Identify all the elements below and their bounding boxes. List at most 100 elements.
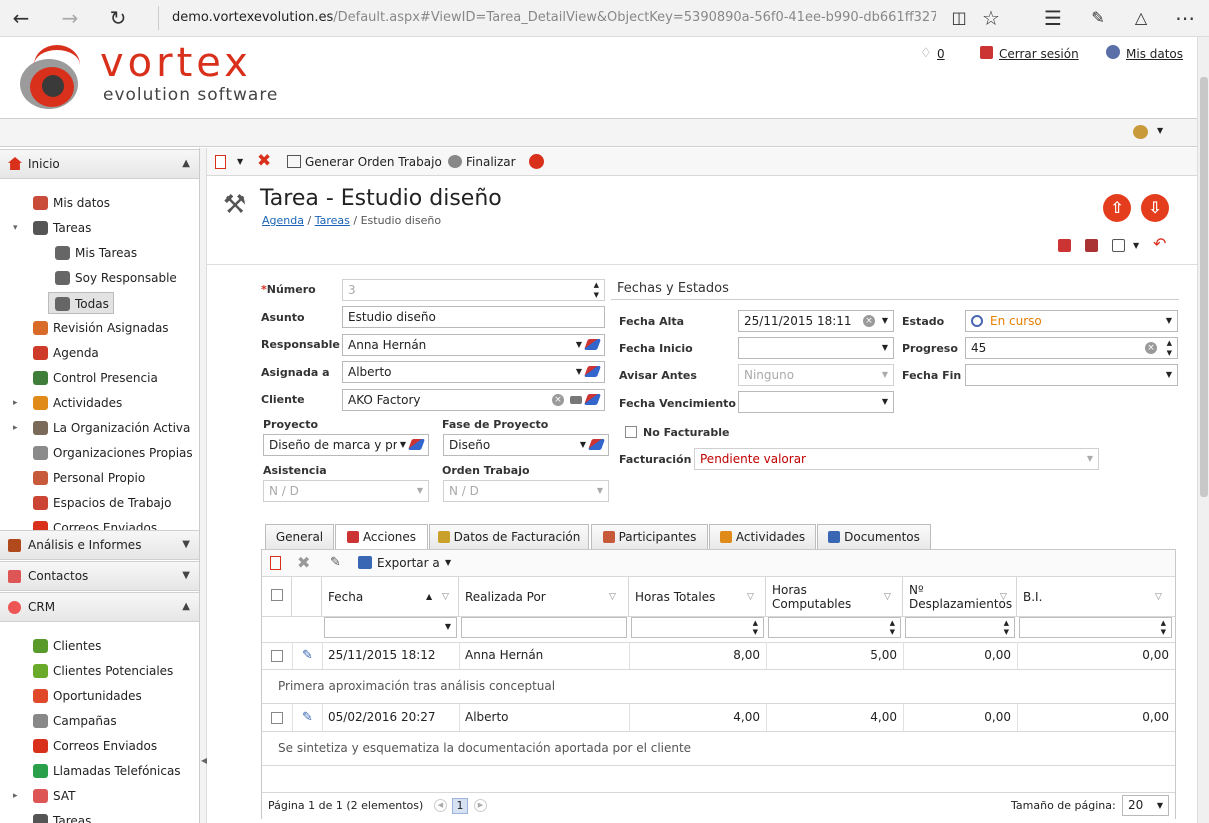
new-dropdown-icon[interactable]: ▼	[237, 157, 243, 166]
nav-group-crm[interactable]: CRM ▲	[0, 592, 199, 622]
crm-sidebar-item[interactable]: Llamadas Telefónicas	[33, 760, 181, 782]
scrollbar-thumb[interactable]	[1200, 77, 1208, 497]
sidebar-splitter[interactable]: ◀	[200, 148, 207, 823]
sidebar-item[interactable]: Todas	[48, 292, 114, 314]
cliente-select[interactable]: AKO Factory ×	[342, 389, 605, 411]
select-all-checkbox[interactable]	[271, 589, 283, 601]
asunto-input[interactable]: Estudio diseño	[342, 306, 605, 328]
tab-acciones[interactable]: Acciones	[335, 524, 428, 550]
fecha-column-header[interactable]: Fecha ▲ ▽	[322, 577, 459, 616]
crm-sidebar-item[interactable]: SAT	[33, 785, 75, 807]
export-dropdown-icon[interactable]: ▼	[445, 558, 451, 567]
crm-sidebar-item[interactable]: Tareas	[33, 810, 91, 823]
tab-participantes[interactable]: Participantes	[591, 524, 708, 549]
sidebar-item[interactable]: Soy Responsable	[55, 267, 177, 289]
crm-sidebar-item[interactable]: Clientes Potenciales	[33, 660, 173, 682]
next-record-icon[interactable]: ⇩	[1141, 194, 1169, 222]
row-checkbox[interactable]	[271, 712, 283, 724]
fase-select[interactable]: Diseño ▼	[443, 434, 609, 456]
table-row[interactable]: ✎ 25/11/2015 18:12 Anna Hernán 8,00 5,00 0,00…	[262, 642, 1175, 704]
crm-sidebar-item[interactable]: Correos Enviados	[33, 735, 157, 757]
save-icon[interactable]	[1058, 239, 1071, 252]
crm-sidebar-item[interactable]: Oportunidades	[33, 685, 142, 707]
grid-delete-icon[interactable]: ✖	[297, 553, 310, 572]
hub-menu-icon[interactable]: ☰	[1040, 6, 1066, 30]
estado-select[interactable]: En curso ▼	[965, 310, 1178, 332]
expand-arrow-icon[interactable]: ▸	[13, 417, 18, 439]
sidebar-item[interactable]: Tareas	[33, 217, 91, 239]
sidebar-item[interactable]: Personal Propio	[33, 467, 145, 489]
asignada-select[interactable]: Alberto ▼	[342, 361, 605, 383]
refresh-icon[interactable]: ↻	[105, 6, 131, 30]
page-scrollbar[interactable]	[1197, 37, 1209, 823]
expand-arrow-icon[interactable]: ▸	[13, 785, 18, 807]
crm-sidebar-item[interactable]: Campañas	[33, 710, 117, 732]
row-edit-icon[interactable]: ✎	[302, 648, 313, 663]
save-new-icon[interactable]	[1112, 239, 1125, 252]
address-bar[interactable]: demo.vortexevolution.es/Default.aspx#Vie…	[158, 6, 936, 30]
sidebar-item[interactable]: Actividades	[33, 392, 122, 414]
fecha-fin-input[interactable]: ▼	[965, 364, 1178, 386]
next-page-icon[interactable]: ▶	[474, 799, 487, 812]
logout-link[interactable]: Cerrar sesión	[999, 47, 1079, 61]
nav-group-analisis[interactable]: Análisis e Informes ▼	[0, 530, 199, 560]
facturacion-select[interactable]: Pendiente valorar ▼	[694, 448, 1099, 470]
sidebar-item[interactable]: Espacios de Trabajo	[33, 492, 171, 514]
bi-column-header[interactable]: B.I. ▽	[1017, 577, 1175, 616]
breadcrumb-tareas[interactable]: Tareas	[315, 214, 350, 227]
desplazamientos-filter[interactable]: ▲ ▼	[905, 617, 1015, 638]
sidebar-item[interactable]: Revisión Asignadas	[33, 317, 169, 339]
favorite-star-icon[interactable]: ☆	[978, 6, 1004, 30]
theme-dropdown-icon[interactable]: ▼	[1157, 126, 1163, 135]
share-icon[interactable]: △	[1128, 6, 1154, 30]
responsable-select[interactable]: Anna Hernán ▼	[342, 334, 605, 356]
export-button[interactable]: Exportar a	[377, 556, 440, 570]
fecha-alta-input[interactable]: 25/11/2015 18:11 × ▼	[738, 310, 894, 332]
grid-new-icon[interactable]	[270, 556, 281, 570]
more-icon[interactable]: ⋯	[1172, 6, 1198, 30]
prev-page-icon[interactable]: ◀	[434, 799, 447, 812]
desplazamientos-column-header[interactable]: Nº Desplazamientos ▽	[903, 577, 1017, 616]
finalize-button[interactable]: Finalizar	[448, 154, 516, 170]
refresh-icon[interactable]	[529, 154, 544, 169]
realizada-filter[interactable]	[461, 617, 627, 638]
horas-computables-filter[interactable]: ▲ ▼	[768, 617, 901, 638]
sidebar-item[interactable]: Control Presencia	[33, 367, 158, 389]
bell-icon[interactable]: ♢	[920, 46, 932, 61]
crm-sidebar-item[interactable]: Clientes	[33, 635, 101, 657]
tab-actividades[interactable]: Actividades	[709, 524, 816, 549]
theme-palette-icon[interactable]	[1133, 125, 1148, 139]
nav-group-contactos[interactable]: Contactos ▼	[0, 561, 199, 591]
expand-arrow-icon[interactable]: ▸	[13, 392, 18, 414]
notifications-count[interactable]: 0	[937, 47, 945, 61]
horas-computables-column-header[interactable]: Horas Computables ▽	[766, 577, 903, 616]
breadcrumb-agenda[interactable]: Agenda	[262, 214, 304, 227]
tab-documentos[interactable]: Documentos	[817, 524, 931, 549]
delete-icon[interactable]: ✖	[257, 151, 271, 171]
my-data-link[interactable]: Mis datos	[1126, 47, 1183, 61]
sidebar-item[interactable]: La Organización Activa	[33, 417, 190, 439]
undo-icon[interactable]: ↶	[1153, 234, 1166, 253]
fecha-filter[interactable]: ▼	[324, 617, 457, 638]
forward-icon[interactable]: →	[57, 6, 83, 30]
horas-totales-column-header[interactable]: Horas Totales ▽	[629, 577, 766, 616]
save-dropdown-icon[interactable]: ▼	[1133, 241, 1139, 250]
progreso-input[interactable]: 45 × ▲ ▼	[965, 337, 1178, 359]
web-note-icon[interactable]: ✎	[1085, 6, 1111, 30]
row-edit-icon[interactable]: ✎	[302, 710, 313, 725]
expanded-arrow-icon[interactable]: ▾	[13, 217, 18, 239]
vencimiento-input[interactable]: ▼	[738, 391, 894, 413]
sidebar-item[interactable]: Mis Tareas	[55, 242, 137, 264]
page-size-select[interactable]: 20 ▼	[1122, 795, 1169, 816]
save-close-icon[interactable]	[1085, 239, 1098, 252]
tab-facturacion[interactable]: Datos de Facturación	[429, 524, 589, 549]
nav-group-inicio[interactable]: Inicio ▲	[0, 149, 199, 179]
fecha-inicio-input[interactable]: ▼	[738, 337, 894, 359]
proyecto-select[interactable]: Diseño de marca y pro ▼	[263, 434, 429, 456]
sidebar-item[interactable]: Organizaciones Propias	[33, 442, 193, 464]
sidebar-item[interactable]: Agenda	[33, 342, 99, 364]
bi-filter[interactable]: ▲ ▼	[1019, 617, 1172, 638]
reading-view-icon[interactable]: ◫	[946, 6, 972, 30]
no-facturable-checkbox[interactable]	[625, 426, 637, 438]
grid-edit-icon[interactable]: ✎	[330, 555, 341, 570]
